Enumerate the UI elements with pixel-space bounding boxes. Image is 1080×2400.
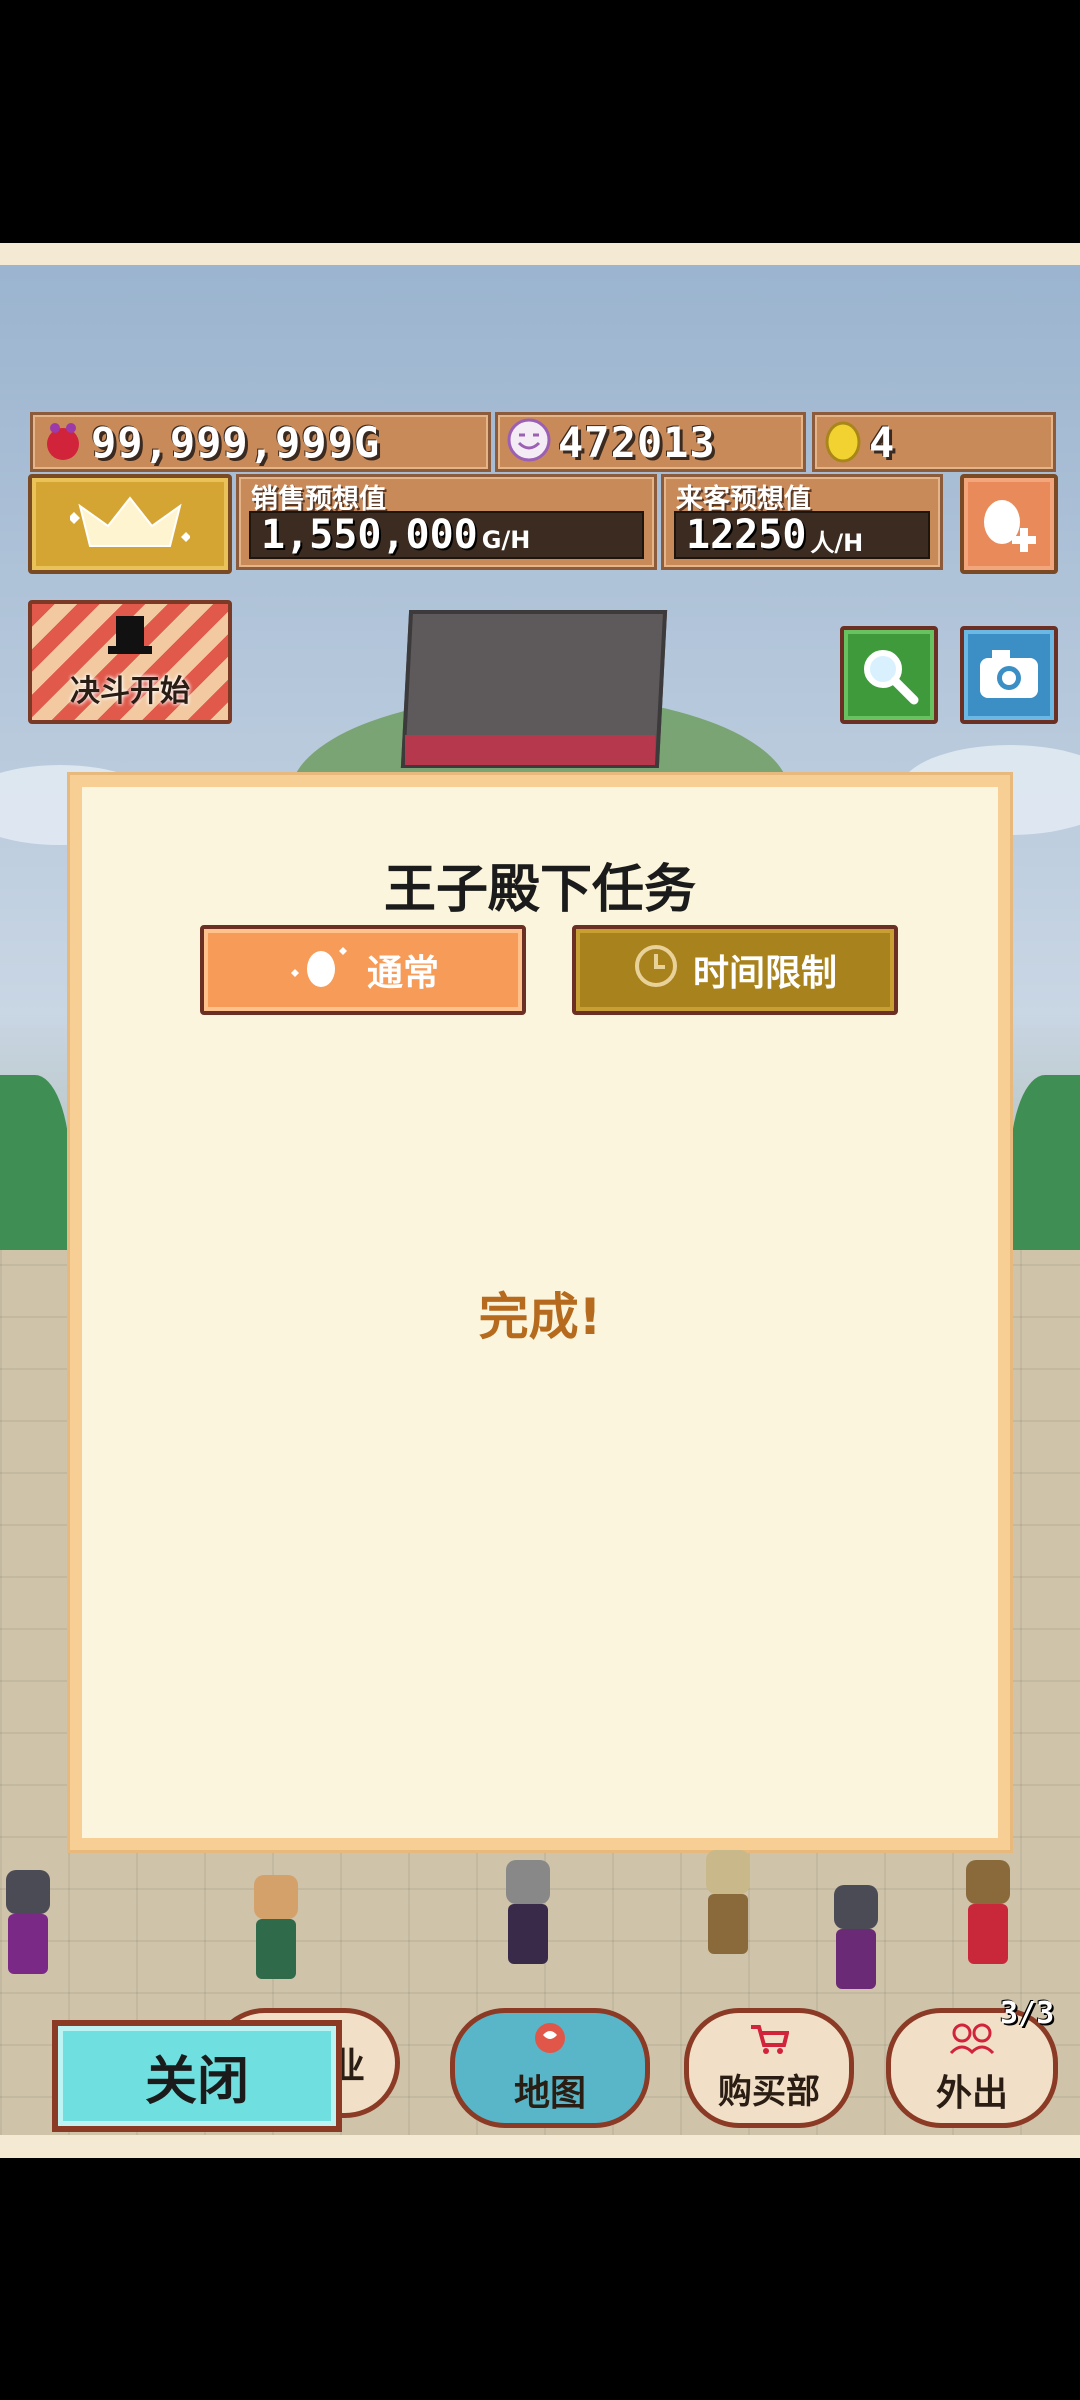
close-button[interactable]: 关闭: [52, 2020, 342, 2132]
clock-icon: [633, 943, 679, 998]
close-button-label: 关闭: [144, 2051, 249, 2112]
purse-icon: [41, 418, 85, 466]
sales-forecast-unit: G/H: [481, 526, 531, 554]
egg-icon: [823, 417, 863, 467]
visitor-forecast: 来客预想值 12250 人/H: [661, 474, 943, 570]
egg-counter: 4: [812, 412, 1056, 472]
completion-status: 完成!: [478, 1288, 602, 1346]
sales-forecast-value: 1,550,000: [261, 512, 478, 558]
map-icon: [533, 2021, 567, 2064]
party-counter: 3/3: [1000, 1996, 1055, 2031]
gold-value: 99,999,999G: [91, 417, 381, 467]
character-sprite: [0, 1870, 56, 1980]
sales-forecast: 销售预想值 1,550,000 G/H: [236, 474, 657, 570]
camera-icon: [978, 648, 1040, 706]
duel-start-button[interactable]: 决斗开始: [28, 600, 232, 724]
character-sprite: [960, 1860, 1016, 1970]
camera-button[interactable]: [960, 626, 1058, 724]
customer-value: 472013: [558, 417, 716, 467]
add-egg-button[interactable]: [960, 474, 1058, 574]
top-hat-icon: [106, 614, 154, 664]
character-sprite: [700, 1850, 756, 1960]
tab-normal-label: 通常: [366, 953, 439, 994]
people-icon: [947, 2021, 997, 2064]
crown-button[interactable]: [28, 474, 232, 574]
tab-time-limited-label: 时间限制: [692, 953, 837, 994]
smiley-icon: [506, 417, 552, 467]
crown-icon: [68, 492, 191, 560]
magnifier-icon: [858, 644, 920, 710]
nav-outing-label: 外出: [935, 2072, 1008, 2114]
visitor-forecast-value: 12250: [686, 512, 807, 558]
mission-dialog: 王子殿下任务 通常 时间限制 完成!: [70, 775, 1010, 1850]
search-button[interactable]: [840, 626, 938, 724]
character-sprite: [500, 1860, 556, 1970]
nav-map-label: 地图: [513, 2072, 586, 2114]
visitor-forecast-unit: 人/H: [810, 528, 864, 557]
cart-icon: [749, 2023, 790, 2064]
dialog-title: 王子殿下任务: [383, 860, 696, 920]
tab-time-limited[interactable]: 时间限制: [572, 925, 898, 1015]
customer-counter: 472013: [495, 412, 806, 472]
egg-sparkle-icon: [287, 941, 353, 1000]
nav-shop-button[interactable]: 购买部: [684, 2008, 854, 2128]
nav-map-button[interactable]: 地图: [450, 2008, 650, 2128]
character-sprite: [828, 1885, 884, 1995]
egg-value: 4: [869, 417, 896, 467]
tab-normal[interactable]: 通常: [200, 925, 526, 1015]
duel-start-label: 决斗开始: [70, 674, 190, 709]
nav-shop-label: 购买部: [718, 2072, 820, 2112]
gold-counter: 99,999,999G: [30, 412, 491, 472]
character-sprite: [248, 1875, 304, 1985]
egg-plus-icon: [974, 488, 1044, 562]
